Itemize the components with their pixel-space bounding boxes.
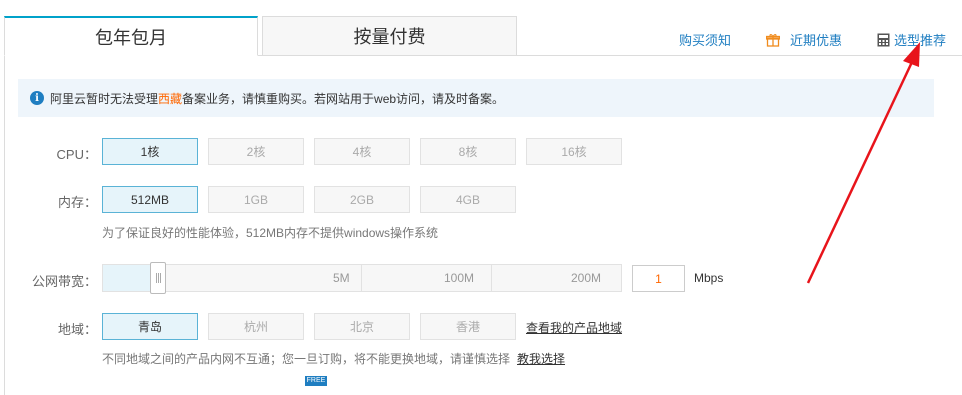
promotions-label: 近期优惠 xyxy=(790,33,843,48)
purchase-notice-label: 购买须知 xyxy=(679,33,732,48)
cpu-option-2[interactable]: 2核 xyxy=(208,138,304,165)
help-me-choose-link[interactable]: 教我选择 xyxy=(517,350,565,367)
notice-text: 阿里云暂时无法受理西藏备案业务，请慎重购买。若网站用于web访问，请及时备案。 xyxy=(50,90,504,107)
cpu-label: CPU： xyxy=(56,147,97,162)
region-hint: 不同地域之间的产品内网不互通；您一旦订购，将不能更换地域，请谨慎选择 xyxy=(102,352,511,366)
region-label: 地域： xyxy=(57,322,97,337)
notice-suffix: 备案业务，请慎重购买。若网站用于web访问，请及时备案。 xyxy=(182,91,505,106)
tab-label: 按量付费 xyxy=(353,27,426,47)
slider-divider xyxy=(491,265,492,291)
memory-option-4gb[interactable]: 4GB xyxy=(420,186,516,213)
bandwidth-slider-handle[interactable] xyxy=(150,262,166,294)
bandwidth-unit: Mbps xyxy=(694,271,724,285)
region-option-hongkong[interactable]: 香港 xyxy=(420,313,516,340)
bandwidth-label: 公网带宽： xyxy=(31,274,97,289)
bandwidth-slider-track[interactable]: 5M 100M 200M xyxy=(102,264,622,292)
tab-pay-as-you-go[interactable]: 按量付费 xyxy=(262,16,517,56)
region-option-qingdao[interactable]: 青岛 xyxy=(102,313,198,340)
slider-tick-5m: 5M xyxy=(333,271,350,285)
tab-label: 包年包月 xyxy=(95,27,167,48)
filing-notice: i 阿里云暂时无法受理西藏备案业务，请慎重购买。若网站用于web访问，请及时备案… xyxy=(18,79,934,117)
memory-option-2gb[interactable]: 2GB xyxy=(314,186,410,213)
slider-divider xyxy=(361,265,362,291)
recommend-link[interactable]: 选型推荐 xyxy=(877,30,946,49)
memory-hint: 为了保证良好的性能体验，512MB内存不提供windows操作系统 xyxy=(102,226,439,240)
promotions-link[interactable]: 近期优惠 xyxy=(766,30,842,49)
region-option-beijing[interactable]: 北京 xyxy=(314,313,410,340)
slider-tick-200m: 200M xyxy=(571,271,602,285)
cpu-option-4[interactable]: 4核 xyxy=(314,138,410,165)
region-option-hangzhou[interactable]: 杭州 xyxy=(208,313,304,340)
notice-highlight: 西藏 xyxy=(158,91,183,106)
tab-yearly-monthly[interactable]: 包年包月 xyxy=(4,16,258,56)
cpu-option-8[interactable]: 8核 xyxy=(420,138,516,165)
calculator-icon xyxy=(877,33,890,46)
memory-option-1gb[interactable]: 1GB xyxy=(208,186,304,213)
notice-prefix: 阿里云暂时无法受理 xyxy=(50,91,159,106)
memory-option-512mb[interactable]: 512MB xyxy=(102,186,198,213)
info-icon: i xyxy=(30,91,44,105)
recommend-label: 选型推荐 xyxy=(894,33,947,48)
cpu-option-16[interactable]: 16核 xyxy=(526,138,622,165)
gift-icon xyxy=(766,33,780,47)
memory-label: 内存： xyxy=(57,195,97,210)
slider-tick-100m: 100M xyxy=(444,271,475,285)
purchase-notice-link[interactable]: 购买须知 xyxy=(679,30,731,49)
view-my-regions-link[interactable]: 查看我的产品地域 xyxy=(526,319,622,336)
cpu-option-1[interactable]: 1核 xyxy=(102,138,198,165)
bandwidth-input[interactable] xyxy=(632,265,685,292)
free-badge: FREE xyxy=(305,376,327,386)
